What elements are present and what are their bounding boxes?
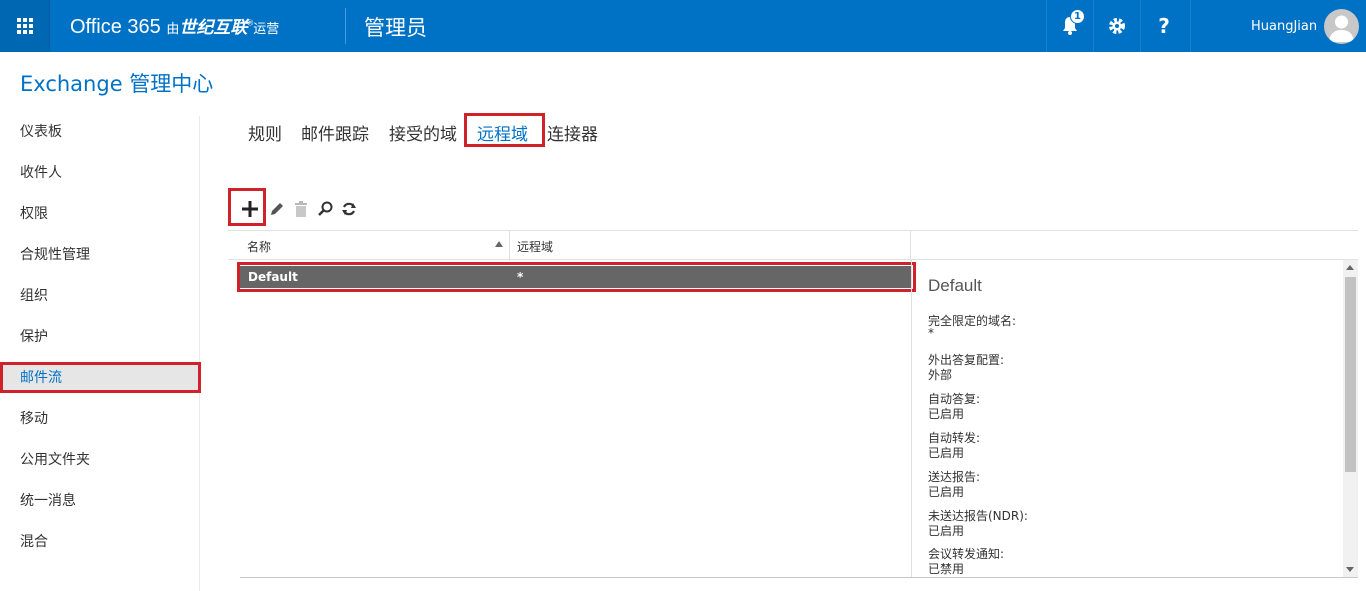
waffle-icon xyxy=(16,18,33,34)
help-icon: ? xyxy=(1158,14,1170,38)
settings-button[interactable] xyxy=(1093,0,1140,52)
nav-divider xyxy=(199,116,200,591)
tab-accepted-domains[interactable]: 接受的域 xyxy=(389,120,457,145)
delete-button[interactable] xyxy=(290,198,312,220)
scroll-up-icon[interactable] xyxy=(1346,265,1354,270)
details-value: 已启用 xyxy=(928,485,965,499)
user-silhouette-icon xyxy=(1329,15,1354,42)
help-button[interactable]: ? xyxy=(1140,0,1187,52)
refresh-icon xyxy=(342,202,356,216)
tab-highlight-box xyxy=(464,113,545,147)
edit-button[interactable] xyxy=(266,198,288,220)
nav-item-compliance[interactable]: 合规性管理 xyxy=(0,241,200,269)
topbar-separator xyxy=(345,8,346,44)
grid-header: 名称 远程域 xyxy=(228,230,1358,261)
scrollbar-thumb[interactable] xyxy=(1345,277,1356,472)
brand-by: 由 xyxy=(166,21,180,36)
nav-item-unified-messaging[interactable]: 统一消息 xyxy=(0,487,200,515)
notifications-button[interactable]: 1 xyxy=(1046,0,1093,52)
admin-title[interactable]: 管理员 xyxy=(364,12,427,42)
scroll-down-icon[interactable] xyxy=(1346,567,1354,572)
brand-operated: 运营 xyxy=(253,21,280,36)
column-separator xyxy=(509,231,510,261)
search-button[interactable] xyxy=(314,198,336,220)
details-value: 已启用 xyxy=(928,524,965,538)
nav-item-public-folders[interactable]: 公用文件夹 xyxy=(0,446,200,474)
nav-item-permissions[interactable]: 权限 xyxy=(0,200,200,228)
brand-company: 世纪互联 xyxy=(179,18,248,37)
edit-icon xyxy=(271,203,283,215)
details-value: 已启用 xyxy=(928,407,965,421)
column-header-remote-domain[interactable]: 远程域 xyxy=(517,238,553,255)
details-scrollbar[interactable] xyxy=(1343,260,1358,577)
grid-bottom-border xyxy=(240,577,1358,578)
notification-badge: 1 xyxy=(1070,9,1085,24)
app-launcher-button[interactable] xyxy=(0,0,50,52)
add-highlight-box xyxy=(228,188,266,226)
search-icon xyxy=(318,201,333,216)
tab-message-trace[interactable]: 邮件跟踪 xyxy=(301,120,369,145)
nav-highlight-box xyxy=(0,362,201,393)
details-value: * xyxy=(928,326,934,340)
row-highlight-box xyxy=(237,262,916,292)
column-separator xyxy=(910,231,911,261)
nav-item-mobile[interactable]: 移动 xyxy=(0,405,200,433)
tab-rules[interactable]: 规则 xyxy=(248,120,282,145)
details-value: 已禁用 xyxy=(928,562,965,576)
nav-item-hybrid[interactable]: 混合 xyxy=(0,528,200,556)
nav-item-protection[interactable]: 保护 xyxy=(0,323,200,351)
delete-icon xyxy=(295,201,307,217)
details-title: Default xyxy=(928,276,982,295)
details-value: 已启用 xyxy=(928,446,965,460)
brand-logo[interactable]: Office 365 由世纪互联®运营 xyxy=(70,13,279,39)
page-title: Exchange 管理中心 xyxy=(20,72,214,96)
nav-item-recipients[interactable]: 收件人 xyxy=(0,159,200,187)
tab-connectors[interactable]: 连接器 xyxy=(547,120,598,145)
user-name: HuangJian xyxy=(1251,19,1318,34)
user-menu[interactable]: HuangJian xyxy=(1190,0,1366,52)
nav-item-dashboard[interactable]: 仪表板 xyxy=(0,118,200,146)
details-label: 完全限定的域名: xyxy=(928,314,1017,328)
avatar xyxy=(1324,9,1359,44)
refresh-button[interactable] xyxy=(338,198,360,220)
details-pane: Default 完全限定的域名: * 外出答复配置: 外部 自动答复: 已启用 … xyxy=(911,260,1343,577)
top-bar: Office 365 由世纪互联®运营 管理员 1 ? HuangJian xyxy=(0,0,1366,52)
brand-office365: Office 365 xyxy=(70,16,167,38)
gear-icon xyxy=(1109,18,1125,34)
column-header-name[interactable]: 名称 xyxy=(247,238,271,255)
nav-item-organization[interactable]: 组织 xyxy=(0,282,200,310)
details-value: 外部 xyxy=(928,368,953,382)
sort-ascending-icon xyxy=(495,241,503,247)
